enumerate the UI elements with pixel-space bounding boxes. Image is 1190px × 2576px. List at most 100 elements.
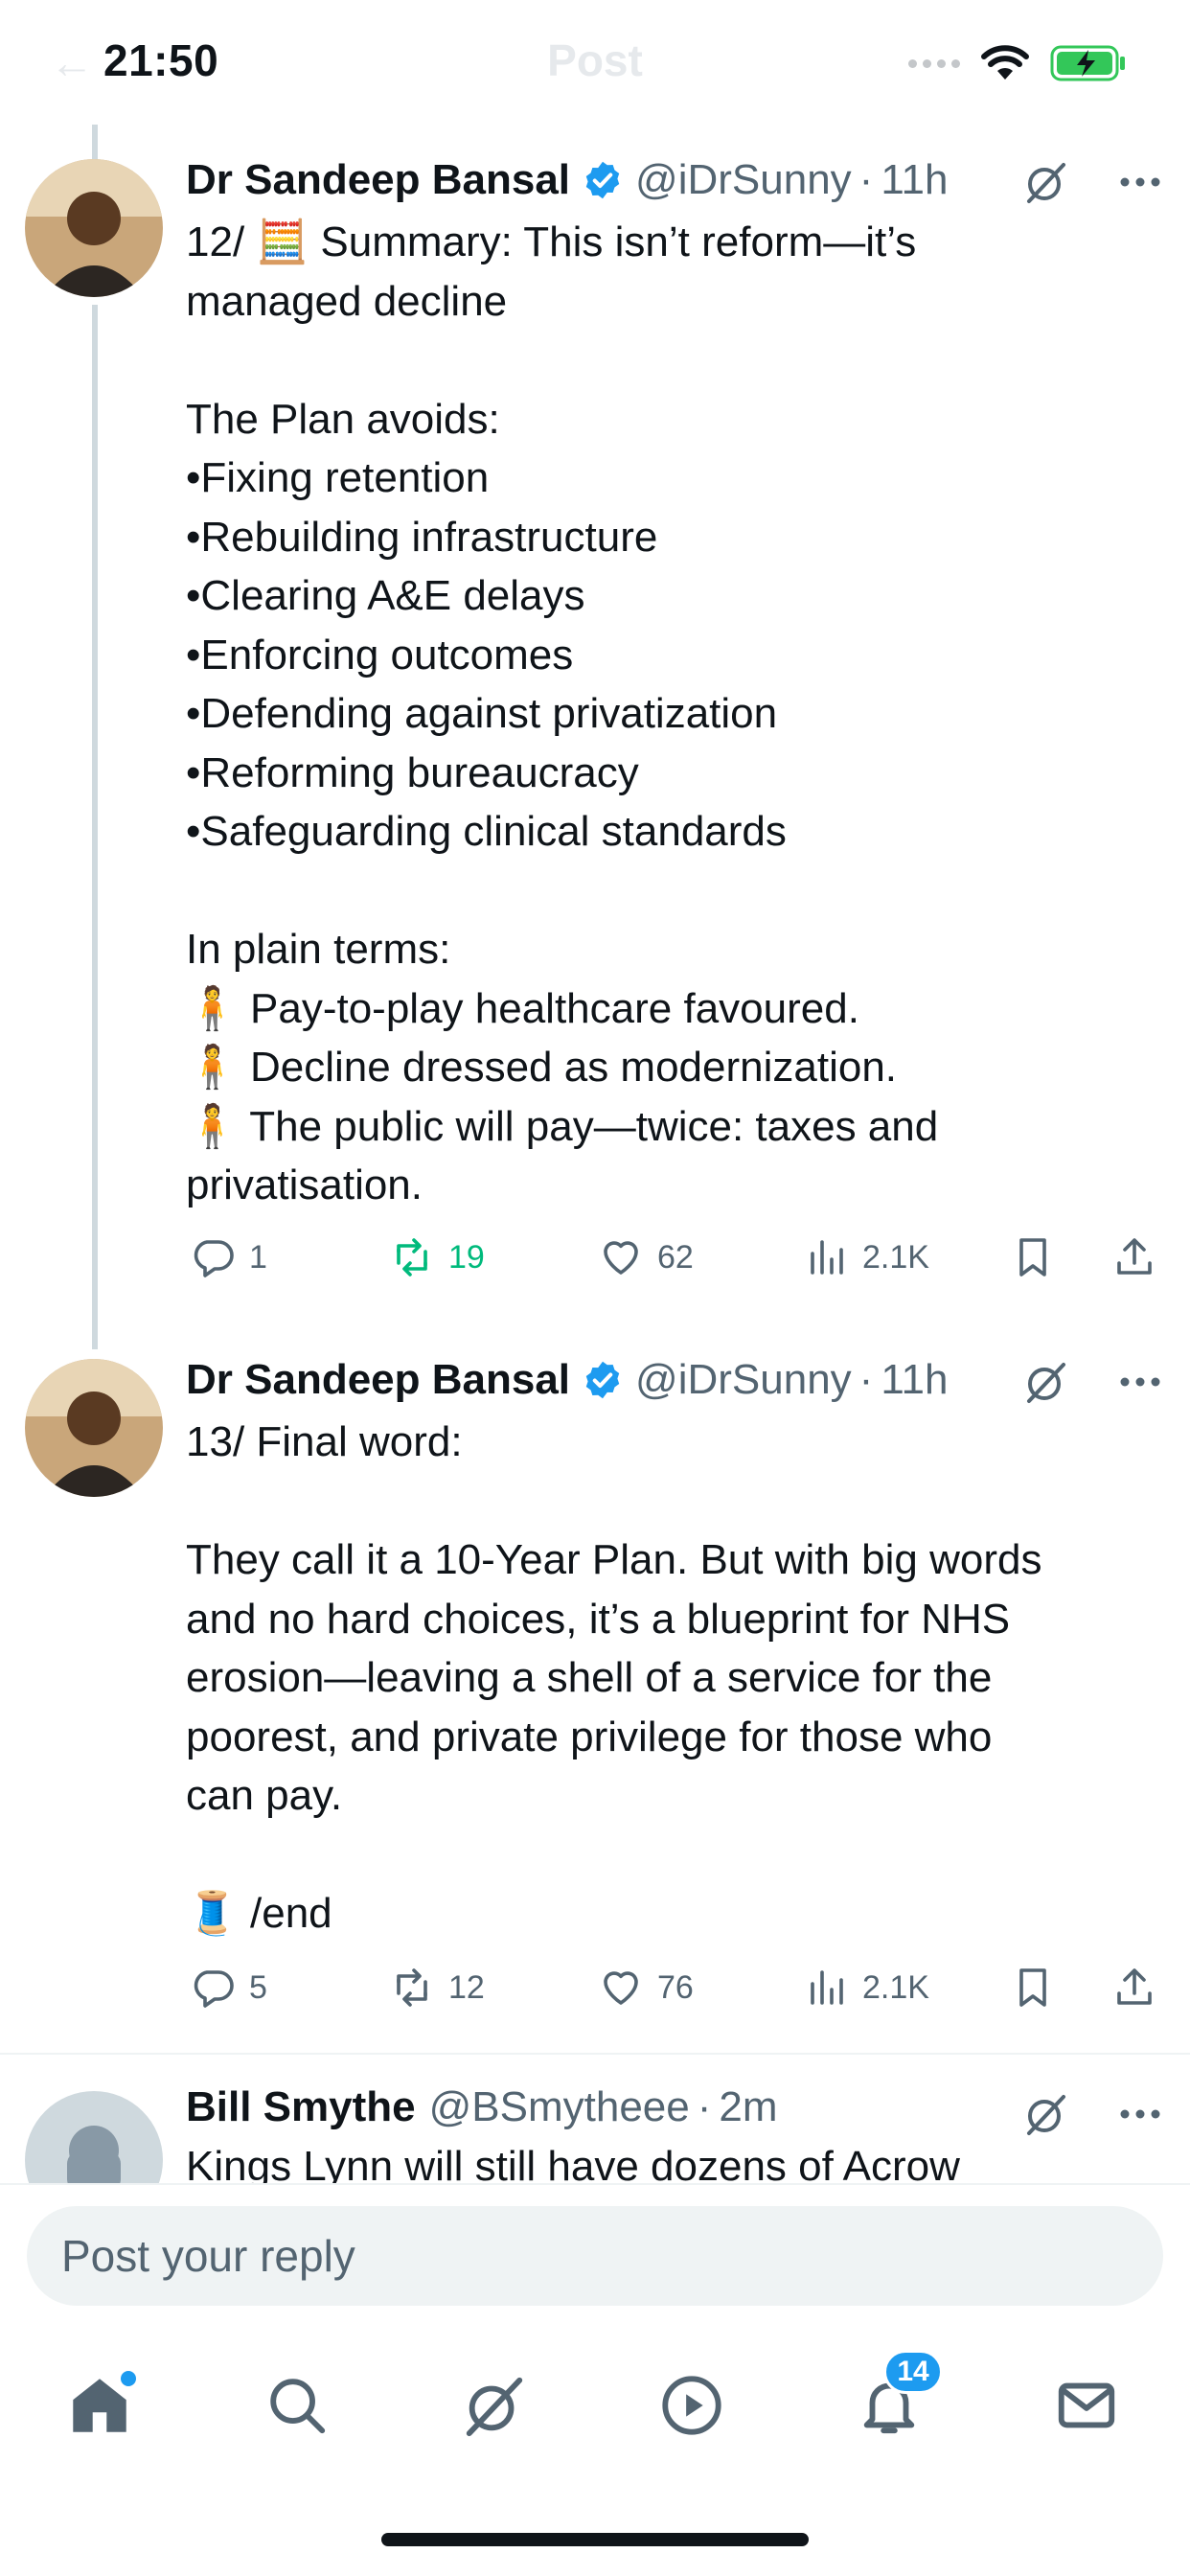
tweet-line (186, 1826, 1154, 1885)
tweet-line: managed decline (186, 277, 508, 325)
views-chart-icon (811, 1970, 843, 2005)
like-count: 62 (657, 1238, 694, 1276)
views-count: 2.1K (862, 1968, 929, 2006)
tweet-line: In plain terms: (186, 926, 451, 973)
unread-dot (121, 2371, 136, 2386)
signal-dots-icon (908, 58, 960, 68)
reply-icon (194, 1240, 234, 1277)
tab-home[interactable] (61, 2367, 138, 2444)
play-circle-icon (662, 2376, 721, 2435)
reply-icon (194, 1970, 234, 2008)
tweet-line (186, 862, 1154, 921)
home-indicator (381, 2533, 809, 2546)
status-icons (908, 44, 1127, 82)
bookmark-icon (1019, 1238, 1046, 1276)
tweet-time[interactable]: 2m (719, 2083, 777, 2131)
reply-button[interactable]: 1 (190, 1234, 267, 1280)
tweet-time[interactable]: 11h (881, 156, 948, 204)
reply-button[interactable]: 5 (190, 1965, 267, 2011)
tweet-line (186, 331, 1154, 390)
tab-grok[interactable] (456, 2367, 533, 2444)
tweet-header: Bill Smythe @BSmytheee · 2m (186, 2083, 778, 2131)
tweet-line: They call it a 10-Year Plan. But with bi… (186, 1536, 1042, 1583)
tweet-line: •Safeguarding clinical standards (186, 808, 787, 855)
heart-icon (604, 1971, 638, 2005)
avatar[interactable] (25, 1359, 163, 1497)
repost-button[interactable]: 19 (389, 1234, 485, 1280)
tweet-line: •Fixing retention (186, 454, 490, 501)
tab-messages[interactable] (1048, 2367, 1125, 2444)
views-chart-icon (811, 1240, 843, 1275)
repost-button[interactable]: 12 (389, 1965, 485, 2011)
tweet-header: Dr Sandeep Bansal @iDrSunny · 11h (186, 151, 948, 204)
divider (0, 2053, 1190, 2055)
tweet-line: The Plan avoids: (186, 395, 500, 443)
tweet-line: privatisation. (186, 1162, 423, 1208)
tweet-line (186, 1472, 1154, 1531)
search-icon (270, 2379, 326, 2434)
tweet-header-icons (1023, 2091, 1161, 2137)
tweet-line: •Enforcing outcomes (186, 631, 574, 678)
tweet-time[interactable]: 11h (881, 1356, 948, 1404)
bookmark-button[interactable] (1010, 1965, 1056, 2011)
more-options-icon[interactable] (1119, 176, 1161, 188)
like-button[interactable]: 62 (598, 1234, 694, 1280)
author-handle[interactable]: @iDrSunny (635, 1356, 852, 1404)
tweet-line: 🧍 Decline dressed as modernization. (186, 1044, 898, 1091)
grok-icon (466, 2377, 523, 2437)
like-count: 76 (657, 1968, 694, 2006)
reply-bar: Post your reply (0, 2183, 1190, 2322)
avatar[interactable] (25, 159, 163, 297)
repost-count: 12 (448, 1968, 485, 2006)
tweet-line: •Defending against privatization (186, 690, 778, 737)
tweet-header-icons (1023, 1359, 1161, 1405)
more-options-icon[interactable] (1119, 1376, 1161, 1388)
tweet-line: 🧵 /end (186, 1890, 332, 1937)
author-name[interactable]: Bill Smythe (186, 2083, 416, 2131)
tweet-line: 🧍 Pay-to-play healthcare favoured. (186, 984, 859, 1032)
tweet-line: erosion—leaving a shell of a service for… (186, 1654, 993, 1701)
share-button[interactable] (1111, 1965, 1157, 2011)
tweet-line: 12/ 🧮 Summary: This isn’t reform—it’s (186, 218, 917, 265)
grok-icon[interactable] (1023, 1359, 1069, 1405)
tweet-line: poorest, and private privilege for those… (186, 1713, 993, 1760)
tweet-line: •Rebuilding infrastructure (186, 513, 658, 561)
grok-icon[interactable] (1023, 159, 1069, 205)
author-name[interactable]: Dr Sandeep Bansal (186, 1356, 570, 1404)
author-handle[interactable]: @iDrSunny (635, 156, 852, 204)
thread-line (92, 125, 98, 163)
thread-line (92, 305, 98, 1349)
tweet-text: 12/ 🧮 Summary: This isn’t reform—it’s ma… (186, 213, 1154, 1215)
share-button[interactable] (1111, 1234, 1157, 1280)
author-handle[interactable]: @BSmytheee (429, 2083, 690, 2131)
grok-icon[interactable] (1023, 2091, 1069, 2137)
tab-notifications[interactable]: 14 (851, 2350, 943, 2444)
reply-input[interactable]: Post your reply (27, 2206, 1163, 2306)
bookmark-icon (1019, 1968, 1046, 2007)
mail-icon (1058, 2382, 1115, 2428)
tab-search[interactable] (259, 2367, 335, 2444)
more-options-icon[interactable] (1119, 2108, 1161, 2120)
tweet-line: and no hard choices, it’s a blueprint fo… (186, 1595, 1011, 1643)
verified-badge-icon (585, 161, 620, 199)
tweet-line: 13/ Final word: (186, 1418, 463, 1465)
separator-dot: · (858, 1356, 874, 1403)
tab-video[interactable] (653, 2367, 730, 2444)
author-name[interactable]: Dr Sandeep Bansal (186, 156, 570, 204)
repost-icon (397, 1238, 427, 1276)
wifi-icon (981, 45, 1029, 80)
notifications-badge: 14 (883, 2350, 943, 2394)
status-bar: ← Post 21:50 (0, 0, 1190, 125)
tweet-actions: 1 19 62 2.1K (186, 1234, 1163, 1292)
battery-charging-icon (1050, 45, 1125, 81)
tweet-line: •Clearing A&E delays (186, 572, 585, 619)
repost-count: 19 (448, 1238, 485, 1276)
like-button[interactable]: 76 (598, 1965, 694, 2011)
views-button[interactable]: 2.1K (803, 1234, 929, 1280)
tweet-line: 🧍 The public will pay—twice: taxes and (186, 1102, 939, 1150)
tweet-actions: 5 12 76 2.1K (186, 1965, 1163, 2022)
bookmark-button[interactable] (1010, 1234, 1056, 1280)
separator-dot: · (858, 156, 874, 203)
repost-icon (397, 1968, 427, 2007)
views-button[interactable]: 2.1K (803, 1965, 929, 2011)
